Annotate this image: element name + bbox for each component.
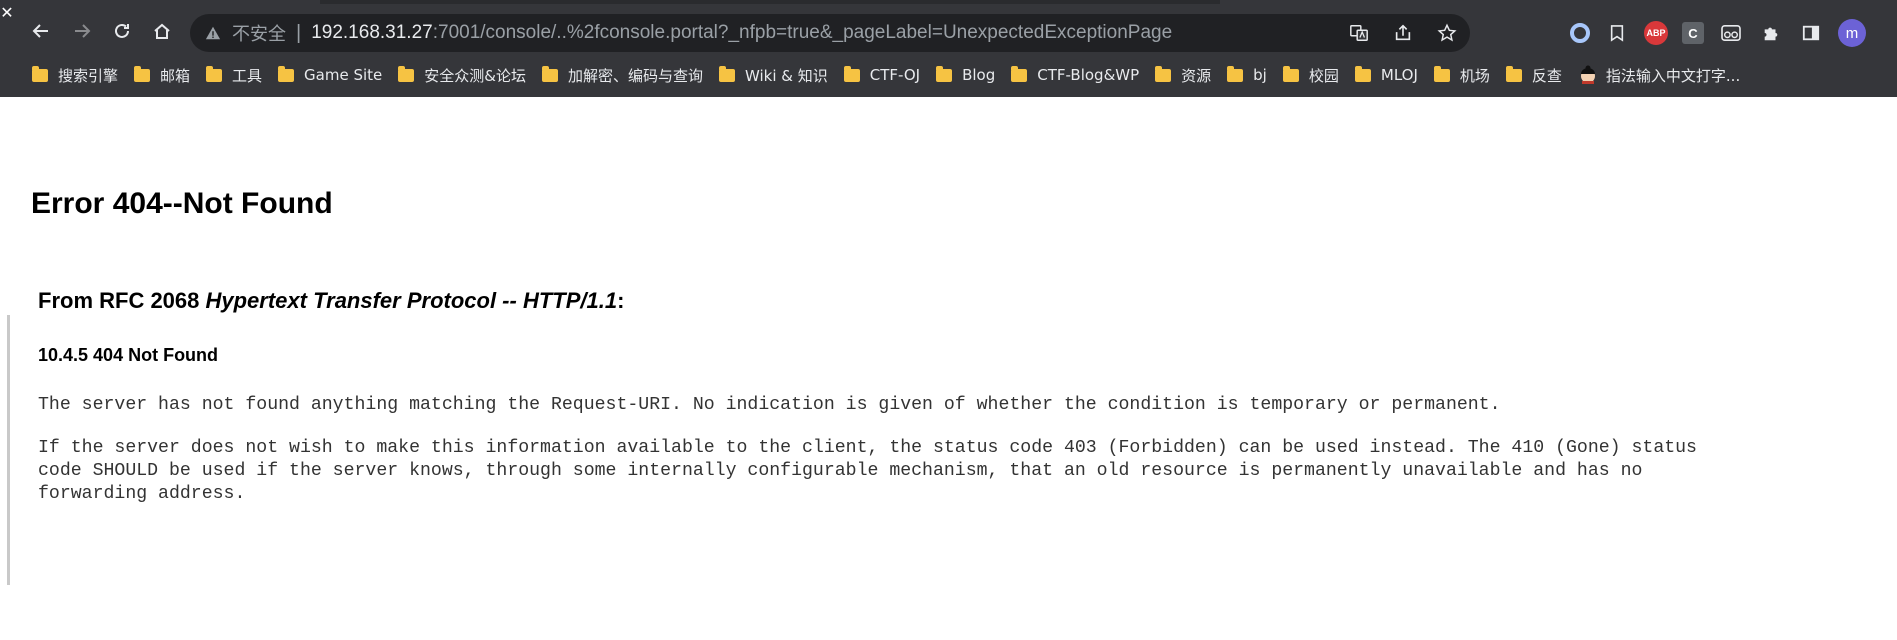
rfc-suffix: : bbox=[617, 288, 625, 313]
share-icon[interactable] bbox=[1392, 22, 1414, 44]
warning-icon[interactable] bbox=[204, 24, 222, 42]
back-button[interactable] bbox=[26, 16, 56, 46]
bookmark-label: Blog bbox=[962, 66, 996, 84]
url-text[interactable]: 192.168.31.27:7001/console/..%2fconsole.… bbox=[311, 22, 1172, 44]
security-status-label[interactable]: 不安全 bbox=[232, 20, 286, 46]
bookmark-item[interactable]: 工具 bbox=[200, 61, 272, 89]
extensions-area: ABP C m bbox=[1570, 14, 1866, 52]
bookmark-label: MLOJ bbox=[1380, 66, 1418, 84]
bookmark-label: 邮箱 bbox=[160, 66, 191, 85]
address-separator: | bbox=[296, 21, 302, 44]
url-host: 192.168.31.27 bbox=[311, 22, 433, 43]
translate-icon[interactable] bbox=[1348, 22, 1370, 44]
arrow-left-icon bbox=[32, 24, 48, 38]
bookmark-item[interactable]: MLOJ bbox=[1349, 61, 1428, 89]
bookmark-label: 反查 bbox=[1531, 66, 1562, 85]
folder-icon bbox=[134, 65, 151, 82]
bookmark-label: Game Site bbox=[304, 66, 383, 84]
bookmark-label: 加解密、编码与查询 bbox=[567, 66, 703, 85]
reload-button[interactable] bbox=[107, 16, 137, 46]
folder-icon bbox=[541, 65, 558, 82]
bookmark-label: CTF-Blog&WP bbox=[1037, 66, 1140, 84]
address-bar[interactable]: 不安全 | 192.168.31.27:7001/console/..%2fco… bbox=[190, 14, 1470, 52]
paragraph-not-found: The server has not found anything matchi… bbox=[38, 395, 1501, 415]
folder-icon bbox=[1433, 65, 1450, 82]
rfc-title: Hypertext Transfer Protocol -- HTTP/1.1 bbox=[205, 288, 618, 313]
folder-icon bbox=[843, 65, 860, 82]
adblock-plus-icon[interactable]: ABP bbox=[1644, 21, 1668, 45]
reload-icon bbox=[115, 23, 129, 38]
folder-icon bbox=[1011, 65, 1028, 82]
home-icon bbox=[154, 23, 170, 39]
folder-icon bbox=[1505, 65, 1522, 82]
bookmark-item[interactable]: CTF-OJ bbox=[838, 61, 930, 89]
window-close-icon[interactable]: ✕ bbox=[0, 4, 14, 24]
folder-icon bbox=[278, 65, 295, 82]
folder-icon bbox=[719, 65, 735, 82]
folder-icon bbox=[1282, 65, 1299, 82]
star-bookmark-icon[interactable] bbox=[1436, 22, 1458, 44]
left-edge bbox=[0, 97, 15, 640]
bookmark-label: 工具 bbox=[232, 66, 263, 85]
bookmark-icon[interactable] bbox=[1604, 20, 1630, 46]
error-title: Error 404--Not Found bbox=[31, 187, 333, 220]
tab-strip-edge bbox=[320, 0, 1220, 4]
browser-chrome: ✕ 不安全 | 192.168.31.27:7001/console/..%2f… bbox=[0, 0, 1897, 97]
sidepanel-icon[interactable] bbox=[1798, 20, 1824, 46]
bookmark-label: 搜索引擎 bbox=[58, 66, 119, 85]
bookmark-item[interactable]: 安全众测&论坛 bbox=[392, 61, 536, 89]
folder-icon bbox=[206, 65, 223, 82]
bookmark-item[interactable]: Wiki & 知识 bbox=[713, 61, 838, 89]
left-edge-bar bbox=[7, 315, 10, 585]
bookmark-item[interactable]: CTF-Blog&WP bbox=[1005, 61, 1149, 89]
c-extension-icon[interactable]: C bbox=[1682, 22, 1704, 44]
bookmark-item[interactable]: 资源 bbox=[1149, 61, 1221, 89]
avatar-face-icon bbox=[1578, 65, 1598, 85]
ring-extension-icon[interactable] bbox=[1570, 23, 1590, 43]
rfc-prefix: From RFC 2068 bbox=[38, 288, 206, 313]
bookmark-label: 安全众测&论坛 bbox=[424, 66, 526, 85]
folder-icon bbox=[32, 65, 48, 82]
folder-icon bbox=[1155, 65, 1172, 82]
address-bar-actions bbox=[1348, 14, 1458, 52]
bookmark-label: 资源 bbox=[1181, 66, 1212, 85]
bookmark-item[interactable]: 邮箱 bbox=[128, 61, 200, 89]
paragraph-forbidden-gone: If the server does not wish to make this… bbox=[38, 438, 1697, 504]
profile-avatar[interactable]: m bbox=[1838, 19, 1866, 47]
bookmark-item[interactable]: Blog bbox=[930, 61, 1005, 89]
bookmarks-bar: 搜索引擎 邮箱 工具 Game Site 安全众测&论坛 加解密、编码与查询 Wiki & … bbox=[26, 60, 1750, 90]
bookmark-label: 校园 bbox=[1308, 66, 1339, 85]
bookmark-item[interactable]: Game Site bbox=[272, 61, 392, 89]
bookmark-item[interactable]: 反查 bbox=[1500, 61, 1572, 89]
section-title: 10.4.5 404 Not Found bbox=[38, 345, 219, 365]
bookmark-label: Wiki & 知识 bbox=[745, 66, 828, 85]
bookmark-label: 指法输入中文打字... bbox=[1605, 66, 1741, 85]
folder-icon bbox=[1354, 65, 1371, 82]
bookmark-item[interactable]: 加解密、编码与查询 bbox=[536, 61, 713, 89]
forward-button[interactable] bbox=[67, 16, 97, 46]
bookmark-item[interactable]: 校园 bbox=[1277, 61, 1349, 89]
arrow-right-icon bbox=[75, 24, 91, 38]
bookmark-item[interactable]: 机场 bbox=[1428, 61, 1500, 89]
url-path: :7001/console/..%2fconsole.portal?_nfpb=… bbox=[432, 22, 1173, 43]
folder-icon bbox=[936, 65, 953, 82]
bookmark-item[interactable]: bj bbox=[1221, 61, 1277, 89]
bookmark-label: 机场 bbox=[1459, 66, 1490, 85]
folder-icon bbox=[1227, 65, 1244, 82]
bookmark-label: bj bbox=[1253, 66, 1267, 84]
bookmark-label: CTF-OJ bbox=[869, 66, 921, 84]
puzzle-icon[interactable] bbox=[1758, 20, 1784, 46]
page-content: Error 404--Not Found From RFC 2068 Hyper… bbox=[14, 97, 1897, 640]
rfc-heading: From RFC 2068 Hypertext Transfer Protoco… bbox=[38, 288, 624, 314]
bookmark-item[interactable]: 指法输入中文打字... bbox=[1572, 61, 1750, 89]
bookmark-item[interactable]: 搜索引擎 bbox=[26, 61, 128, 89]
glasses-extension-icon[interactable] bbox=[1718, 20, 1744, 46]
home-button[interactable] bbox=[147, 16, 177, 46]
folder-icon bbox=[398, 65, 415, 82]
